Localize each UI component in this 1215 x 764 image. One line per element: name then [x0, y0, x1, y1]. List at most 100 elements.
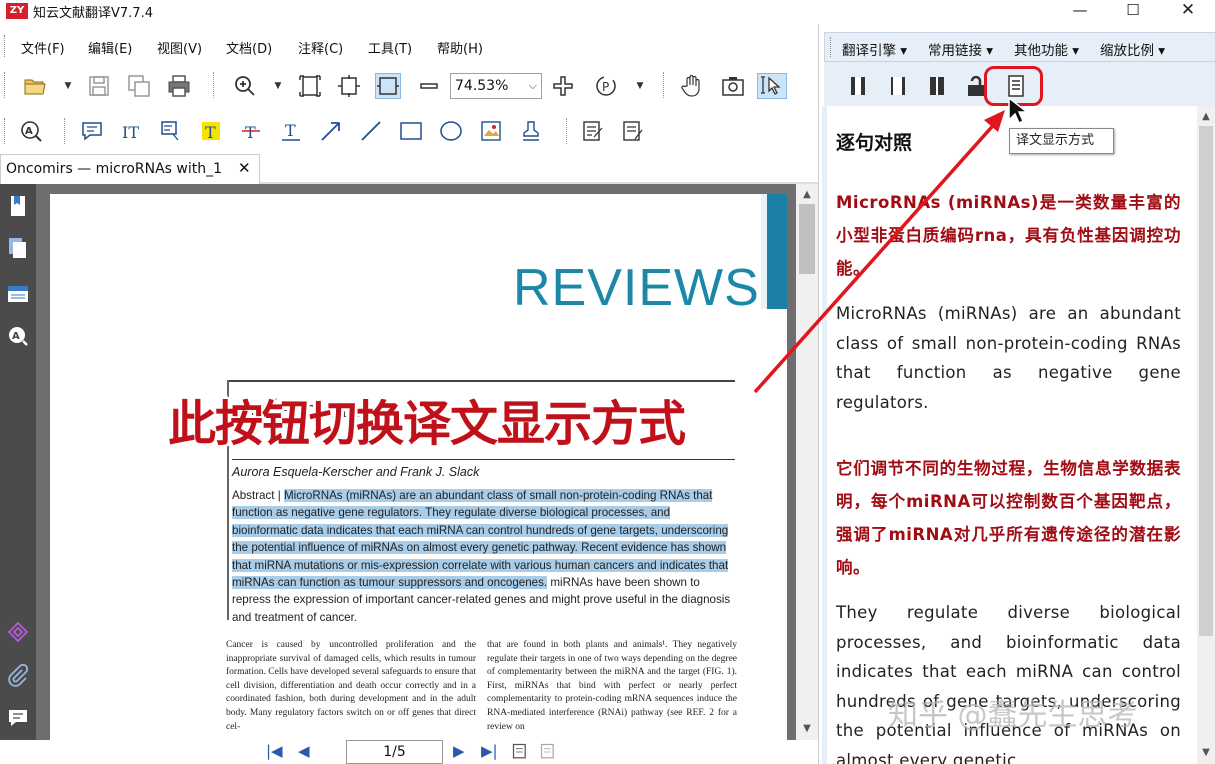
menu-grip [4, 35, 6, 57]
translation-zh-2[interactable]: 它们调节不同的生物过程，生物信息学数据表明，每个miRNA可以控制数百个基因靶点… [836, 452, 1181, 584]
prev-page-button[interactable]: ◀ [298, 742, 310, 760]
fit-width-icon[interactable] [336, 73, 362, 99]
close-tab-icon[interactable]: ✕ [238, 159, 251, 177]
rp-scroll-down-icon[interactable]: ▼ [1197, 744, 1215, 762]
search-panel-icon[interactable]: A [6, 324, 30, 348]
source-en-1[interactable]: MicroRNAs (miRNAs) are an abundant class… [836, 299, 1181, 417]
book-open-icon[interactable] [886, 74, 910, 98]
rectangle-icon[interactable] [398, 118, 424, 144]
menu-zoom-scale[interactable]: 缩放比例 ▾ [1100, 39, 1165, 59]
menu-other-functions[interactable]: 其他功能 ▾ [1014, 39, 1079, 59]
arrow-icon[interactable] [318, 118, 344, 144]
snapshot-icon[interactable] [720, 73, 746, 99]
title-rule-top [227, 380, 735, 382]
book-split-icon[interactable] [925, 74, 949, 98]
page-layout-alt-icon[interactable] [539, 742, 559, 762]
callout-icon[interactable] [158, 118, 184, 144]
pages-icon[interactable] [6, 236, 30, 260]
source-en-2[interactable]: They regulate diverse biological process… [836, 598, 1181, 764]
toolbar-separator [663, 72, 664, 98]
save-copy-icon[interactable] [126, 73, 152, 99]
stamp-image-icon[interactable] [478, 118, 504, 144]
layers-icon[interactable] [6, 282, 30, 306]
underline-icon[interactable]: T [278, 118, 304, 144]
hand-tool-icon[interactable] [679, 73, 705, 99]
translation-zh-1[interactable]: MicroRNAs (miRNAs)是一类数量丰富的小型非蛋白质编码rna，具有… [836, 186, 1181, 285]
rp-scroll-up-icon[interactable]: ▲ [1197, 108, 1215, 126]
minimize-button[interactable]: — [1057, 0, 1103, 22]
menu-edit[interactable]: 编辑(E) [88, 38, 132, 57]
highlight-icon[interactable]: T [198, 118, 224, 144]
svg-text:IT: IT [122, 123, 139, 142]
search-annot-icon[interactable]: A [18, 118, 44, 144]
menu-view[interactable]: 视图(V) [157, 38, 202, 57]
scroll-up-icon[interactable]: ▲ [796, 186, 818, 204]
menu-annotation[interactable]: 注释(C) [298, 38, 343, 57]
text-icon[interactable]: IT [118, 118, 144, 144]
stamp-icon[interactable] [518, 118, 544, 144]
menu-file[interactable]: 文件(F) [21, 38, 65, 57]
mouse-cursor-icon [1008, 96, 1029, 125]
zoom-out-icon[interactable] [416, 73, 442, 99]
page-number-input[interactable]: 1/5 [346, 740, 443, 764]
annotation-overlay-text: 此按钮切换译文显示方式 [168, 396, 686, 452]
print-icon[interactable] [166, 73, 192, 99]
translation-scrollbar[interactable]: ▲ ▼ [1197, 106, 1215, 764]
maximize-button[interactable]: ☐ [1110, 0, 1156, 22]
link-icon[interactable] [6, 620, 30, 644]
toolbar-separator [64, 118, 65, 144]
chevron-down-icon: ⌵ [528, 79, 537, 92]
translation-heading: 逐句对照 [836, 132, 913, 154]
play-dropdown-icon[interactable]: ▼ [635, 73, 645, 99]
translation-content[interactable]: 逐句对照 MicroRNAs (miRNAs)是一类数量丰富的小型非蛋白质编码r… [824, 106, 1215, 764]
menu-common-links[interactable]: 常用链接 ▾ [928, 39, 993, 59]
open-dropdown-icon[interactable]: ▼ [63, 73, 73, 99]
note-list-icon[interactable] [620, 118, 646, 144]
zoom-in-icon[interactable] [232, 73, 258, 99]
select-tool-icon[interactable] [757, 73, 787, 99]
pdf-page[interactable]: REVIEWS a role in cancer Aurora Esquela-… [50, 194, 787, 740]
toolbar-separator [213, 72, 214, 98]
edit-note-icon[interactable] [580, 118, 606, 144]
first-page-button[interactable]: |◀ [266, 742, 283, 760]
abstract-highlighted[interactable]: MicroRNAs (miRNAs) are an abundant class… [232, 489, 729, 590]
open-folder-icon[interactable] [22, 73, 48, 99]
menu-document[interactable]: 文档(D) [226, 38, 272, 57]
scroll-down-icon[interactable]: ▼ [796, 720, 818, 738]
document-scrollbar[interactable]: ▲ ▼ [796, 184, 818, 740]
menu-tools[interactable]: 工具(T) [368, 38, 412, 57]
bookmark-icon[interactable] [6, 194, 30, 218]
menu-help[interactable]: 帮助(H) [437, 38, 483, 57]
page-layout-icon[interactable] [511, 742, 531, 762]
fit-page-icon[interactable] [297, 73, 323, 99]
rp-scrollbar-thumb[interactable] [1199, 126, 1213, 636]
scrollbar-thumb[interactable] [799, 204, 815, 274]
panel-grip [830, 37, 832, 57]
article-abstract[interactable]: Abstract | MicroRNAs (miRNAs) are an abu… [232, 487, 736, 626]
zoom-plus-icon[interactable] [550, 73, 576, 99]
svg-text:T: T [285, 121, 296, 140]
zoom-dropdown-icon[interactable]: ▼ [273, 73, 283, 99]
zoom-level-select[interactable]: 74.53% ⌵ [450, 73, 542, 99]
document-tab[interactable]: Oncomirs — microRNAs with_1 ✕ [0, 154, 260, 184]
close-window-button[interactable]: ✕ [1165, 0, 1211, 22]
toolbar-separator [566, 118, 567, 144]
menu-translation-engine[interactable]: 翻译引擎 ▾ [842, 39, 907, 59]
menu-bar: 文件(F) 编辑(E) 视图(V) 文档(D) 注释(C) 工具(T) 帮助(H… [0, 33, 818, 59]
next-page-button[interactable]: ▶ [453, 742, 465, 760]
play-icon[interactable]: P [593, 73, 619, 99]
last-page-button[interactable]: ▶| [481, 742, 498, 760]
attachment-icon[interactable] [6, 664, 30, 688]
ellipse-icon[interactable] [438, 118, 464, 144]
comments-panel-icon[interactable] [6, 706, 30, 730]
comment-icon[interactable] [79, 118, 105, 144]
actual-size-icon[interactable] [375, 73, 401, 99]
line-icon[interactable] [358, 118, 384, 144]
book-icon[interactable] [846, 74, 870, 98]
strikeout-icon[interactable]: T [238, 118, 264, 144]
document-canvas[interactable]: REVIEWS a role in cancer Aurora Esquela-… [36, 184, 796, 740]
svg-text:T: T [245, 123, 256, 142]
save-icon[interactable] [86, 73, 112, 99]
watermark: 知乎 @蠢先生思考 [888, 698, 1138, 733]
left-sidebar: A [0, 184, 36, 740]
